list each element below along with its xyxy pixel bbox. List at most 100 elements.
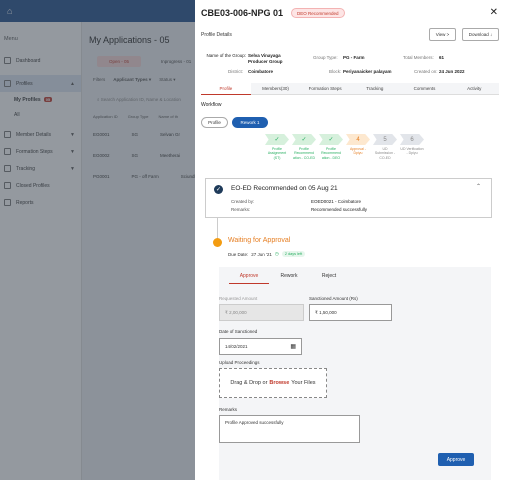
sidebar-sub-all[interactable]: All	[0, 107, 81, 122]
step-6: 6 UD Verification - Dpiyu	[400, 134, 424, 156]
step-label: Profile Recommend ation - DEO	[321, 147, 341, 160]
remarks-label: Remarks	[219, 407, 238, 412]
drop-text-2: Your Files	[291, 380, 316, 386]
tab-profile[interactable]: Profile	[201, 83, 251, 95]
table-row[interactable]: EG0001 SG Selvan Gr	[93, 132, 180, 137]
workflow-pill-profile[interactable]: Profile	[201, 117, 228, 128]
created-key: Created on:	[414, 69, 438, 74]
group-name-value: Selva Vinayaga Producer Group	[248, 53, 283, 64]
remarks-textarea[interactable]: Profile Approved successfully	[219, 415, 360, 443]
table-cell: Meetherai	[160, 153, 181, 158]
home-icon[interactable]: ⌂	[7, 6, 12, 16]
tab-activity[interactable]: Activity	[449, 83, 500, 95]
close-icon[interactable]: ✕	[490, 7, 498, 18]
profiles-icon	[4, 80, 11, 87]
chevron-down-icon: ▼	[70, 148, 75, 155]
date-label: Date of Sanctioned	[219, 329, 258, 334]
remarks-row: Remarks: Recommended successfully	[231, 207, 367, 212]
workflow-pill-rework[interactable]: Rework 1	[232, 117, 268, 128]
dashboard-icon	[4, 57, 11, 64]
tab-formation-steps[interactable]: Formation Steps	[300, 83, 351, 95]
table-cell: PG0001	[93, 174, 110, 179]
block-value: Periyanaicker palayam	[343, 69, 392, 74]
sidebar-heading: Menu	[4, 36, 18, 42]
district-value: Coimbatore	[248, 69, 274, 74]
total-members-value: 61	[439, 55, 445, 60]
closed-icon	[4, 182, 11, 189]
table-row[interactable]: EG0002 SG Meetherai	[93, 153, 180, 158]
search-input[interactable]: ⌕ Search Application ID, Name & Location	[97, 97, 181, 102]
step-label: Profile Assignment (ST)	[267, 147, 287, 160]
decision-tabs: Approve Rework Reject	[229, 273, 349, 284]
section-title: Profile Details	[201, 32, 232, 38]
created-value: 24 Jun 2022	[439, 69, 465, 74]
filter-bar: Filters Applicant Types ▾ Status ▾	[93, 77, 175, 83]
created-by-value: EOED0021 - Coimbatore	[311, 199, 362, 204]
view-button[interactable]: View >	[429, 28, 456, 41]
sidebar-sub-my-profiles[interactable]: My Profiles 05	[0, 92, 81, 107]
browse-link[interactable]: Browse	[269, 380, 289, 386]
group-name-key: Name of the Group:	[206, 53, 246, 58]
tab-tracking[interactable]: Tracking	[350, 83, 400, 95]
chevron-down-icon: ▼	[70, 165, 75, 172]
status-dropdown[interactable]: Status ▾	[159, 77, 175, 83]
step-number: 4	[346, 134, 370, 145]
sidebar-item-formation-steps[interactable]: Formation Steps ▼	[0, 143, 81, 160]
group-type-key: Group Type:	[313, 55, 338, 60]
sidebar-item-label: Tracking	[16, 165, 35, 172]
column-header: Group Type	[127, 114, 149, 119]
step-1: ✓ Profile Assignment (ST)	[265, 134, 289, 160]
date-value: 14/02/2021	[225, 344, 248, 349]
search-placeholder: Search Application ID, Name & Location	[100, 97, 181, 102]
sidebar: Menu Dashboard Profiles ▲ My Profiles 05 A…	[0, 22, 82, 480]
step-3: ✓ Profile Recommend ation - DEO	[319, 134, 343, 160]
date-input[interactable]: 14/02/2021 ▦	[219, 338, 302, 355]
drop-text: Drag & Drop or	[230, 380, 268, 386]
member-icon	[4, 131, 11, 138]
sidebar-item-label: Closed Profiles	[16, 182, 50, 189]
workflow-label: Workflow	[201, 102, 222, 108]
tab-reject[interactable]: Reject	[309, 273, 349, 284]
file-dropzone[interactable]: Drag & Drop or Browse Your Files	[219, 368, 327, 398]
step-label: Approval - Dpiyu	[350, 147, 366, 156]
sidebar-item-profiles[interactable]: Profiles ▲	[0, 75, 81, 92]
tab-approve[interactable]: Approve	[229, 273, 269, 284]
check-circle-icon: ✓	[214, 185, 223, 194]
table-row[interactable]: PG0001 PG - off Farm Sciundhai	[93, 174, 200, 179]
applicant-types-dropdown[interactable]: Applicant Types ▾	[113, 77, 151, 83]
total-members-key: Total Members:	[403, 55, 434, 60]
calendar-icon[interactable]: ▦	[290, 343, 296, 350]
page-title: My Applications - 05	[89, 35, 170, 45]
group-type-value: PG - Farm	[343, 55, 365, 60]
table-cell: PG - off Farm	[131, 174, 159, 179]
panel-tabs: Profile Members(30) Formation Steps Trac…	[201, 83, 500, 95]
count-badge: 05	[43, 97, 53, 102]
tab-comments[interactable]: Comments	[399, 83, 450, 95]
sidebar-item-label: Dashboard	[16, 57, 41, 64]
sidebar-item-reports[interactable]: Reports	[0, 194, 81, 211]
tab-open[interactable]: Open - 05	[97, 56, 142, 67]
chevron-up-icon[interactable]: ⌃	[476, 183, 481, 190]
sidebar-item-closed-profiles[interactable]: Closed Profiles	[0, 177, 81, 194]
upload-label: Upload Proceedings	[219, 360, 260, 365]
step-4: 4 Approval - Dpiyu	[346, 134, 370, 156]
table-cell: Selvan Gr	[160, 132, 181, 137]
sidebar-item-label: Formation Steps	[16, 148, 53, 155]
download-button[interactable]: Download ↓	[462, 28, 499, 41]
approval-form: Approve Rework Reject Requested Amount ₹…	[219, 267, 491, 480]
step-number: 6	[400, 134, 424, 145]
status-badge: DEO Recommended	[291, 8, 345, 18]
filters-label: Filters	[93, 77, 106, 82]
sidebar-item-dashboard[interactable]: Dashboard	[0, 52, 81, 69]
check-icon: ✓	[292, 134, 316, 145]
sidebar-item-member-details[interactable]: Member Details ▼	[0, 126, 81, 143]
tab-members[interactable]: Members(30)	[250, 83, 301, 95]
created-by-row: Created by: EOED0021 - Coimbatore	[231, 199, 361, 204]
sidebar-item-tracking[interactable]: Tracking ▼	[0, 160, 81, 177]
sanctioned-amount-input[interactable]: ₹ 1,50,000	[309, 304, 392, 321]
table-cell: EG0001	[93, 132, 110, 137]
tab-rework[interactable]: Rework	[269, 273, 309, 284]
sub-label: My Profiles	[14, 96, 41, 103]
remarks-value: Recommended successfully	[311, 207, 368, 212]
approve-button[interactable]: Approve	[438, 453, 474, 466]
